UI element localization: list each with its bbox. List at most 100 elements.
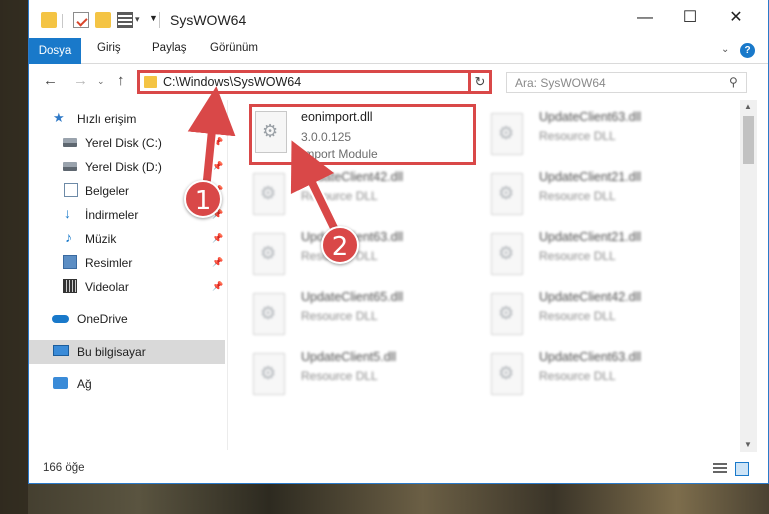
sidebar-item-label: OneDrive <box>77 312 128 326</box>
file-list: eonimport.dll 3.0.0.125 Import Module Up… <box>229 100 739 450</box>
sidebar-item-this-pc[interactable]: Bu bilgisayar <box>29 340 225 364</box>
dll-file-icon <box>253 353 285 395</box>
file-name: UpdateClient65.dll <box>301 290 404 304</box>
address-path[interactable]: C:\Windows\SysWOW64 <box>163 75 301 89</box>
sidebar-item-pictures[interactable]: Resimler 📌 <box>29 251 225 275</box>
network-icon <box>53 377 68 389</box>
address-bar[interactable]: C:\Windows\SysWOW64 ⌄ <box>137 70 491 94</box>
recent-locations-icon[interactable]: ⌄ <box>97 76 105 87</box>
dll-file-icon <box>255 111 287 153</box>
sidebar-item-label: Videolar <box>85 280 129 294</box>
tab-share[interactable]: Paylaş <box>152 42 187 54</box>
close-button[interactable]: ✕ <box>726 8 746 28</box>
quick-access-divider <box>62 14 63 28</box>
search-icon[interactable]: ⚲ <box>729 75 738 89</box>
pictures-icon <box>63 255 77 269</box>
sidebar-item-label: Yerel Disk (D:) <box>85 160 162 174</box>
file-type: Resource DLL <box>539 249 616 263</box>
sidebar-item-label: Müzik <box>85 232 117 246</box>
back-icon[interactable]: ← <box>43 72 58 89</box>
videos-icon <box>63 279 77 293</box>
pin-icon: 📌 <box>212 257 224 267</box>
star-icon: ★ <box>53 110 65 125</box>
callout-1: 1 <box>184 180 222 218</box>
file-item[interactable]: UpdateClient63.dll Resource DLL <box>467 105 693 161</box>
new-folder-icon[interactable] <box>95 12 111 28</box>
file-name: UpdateClient21.dll <box>539 170 642 184</box>
sidebar-item-quick-access[interactable]: ★ Hızlı erişim <box>29 107 225 131</box>
sidebar-item-label: Belgeler <box>85 184 130 198</box>
file-item[interactable]: UpdateClient21.dll Resource DLL <box>467 165 693 221</box>
file-item[interactable]: UpdateClient42.dll Resource DLL <box>229 165 455 221</box>
file-item[interactable]: UpdateClient63.dll Resource DLL <box>467 345 693 401</box>
file-type: Resource DLL <box>539 309 616 323</box>
refresh-button[interactable]: ↻ <box>468 70 492 94</box>
forward-icon[interactable]: → <box>73 72 88 89</box>
file-type: Resource DLL <box>301 369 378 383</box>
this-pc-icon <box>53 345 69 356</box>
dll-file-icon <box>253 173 285 215</box>
sidebar-item-local-disk-c[interactable]: Yerel Disk (C:) 📌 <box>29 131 225 155</box>
drive-icon <box>63 138 77 147</box>
file-type: Resource DLL <box>539 189 616 203</box>
sidebar-item-local-disk-d[interactable]: Yerel Disk (D:) 📌 <box>29 155 225 179</box>
window-title: SysWOW64 <box>170 12 247 28</box>
sidebar-item-onedrive[interactable]: OneDrive <box>29 307 225 331</box>
tab-file[interactable]: Dosya <box>29 38 81 64</box>
drive-icon <box>63 162 77 171</box>
sidebar-item-label: Hızlı erişim <box>77 112 137 126</box>
onedrive-icon <box>52 315 69 323</box>
navigation-pane: ★ Hızlı erişim Yerel Disk (C:) 📌 Yerel D… <box>29 100 227 450</box>
explorer-window: ▾ ▼ SysWOW64 — ☐ ✕ Dosya Giriş Paylaş Gö… <box>28 0 769 484</box>
pane-divider[interactable] <box>227 100 228 450</box>
vertical-scrollbar[interactable]: ▲ ▼ <box>740 100 757 452</box>
search-box[interactable]: Ara: SysWOW64 ⚲ <box>506 72 747 93</box>
navigation-bar: ← → ⌄ ↑ C:\Windows\SysWOW64 ⌄ ↻ Ara: Sys… <box>29 64 768 100</box>
up-icon[interactable]: ↑ <box>117 72 125 89</box>
pin-icon: 📌 <box>212 281 224 291</box>
sidebar-item-network[interactable]: Ağ <box>29 372 225 396</box>
folder-icon <box>41 12 57 28</box>
dll-file-icon <box>491 113 523 155</box>
file-item-eonimport[interactable]: eonimport.dll 3.0.0.125 Import Module <box>249 104 476 165</box>
downloads-icon: ↓ <box>64 205 71 221</box>
tab-home[interactable]: Giriş <box>97 42 121 54</box>
minimize-button[interactable]: — <box>635 8 655 28</box>
scroll-up-icon[interactable]: ▲ <box>744 102 752 111</box>
sidebar-item-music[interactable]: ♪ Müzik 📌 <box>29 227 225 251</box>
folder-icon <box>144 76 157 88</box>
file-type: Resource DLL <box>539 129 616 143</box>
file-type: Resource DLL <box>301 189 378 203</box>
sidebar-item-videos[interactable]: Videolar 📌 <box>29 275 225 299</box>
dll-file-icon <box>491 173 523 215</box>
scroll-down-icon[interactable]: ▼ <box>744 440 752 449</box>
dll-file-icon <box>491 233 523 275</box>
file-name: eonimport.dll <box>301 110 373 124</box>
file-item[interactable]: UpdateClient42.dll Resource DLL <box>467 285 693 341</box>
view-options-icon[interactable] <box>117 12 133 28</box>
expand-ribbon-icon[interactable]: ⌄ <box>721 44 729 55</box>
tiles-view-icon[interactable] <box>735 462 749 476</box>
dll-file-icon <box>253 293 285 335</box>
help-icon[interactable]: ? <box>740 43 755 58</box>
title-divider <box>159 12 160 28</box>
chevron-down-icon[interactable]: ▾ <box>135 14 140 25</box>
dll-file-icon <box>491 353 523 395</box>
file-item[interactable]: UpdateClient65.dll Resource DLL <box>229 285 455 341</box>
tab-view[interactable]: Görünüm <box>210 42 258 54</box>
callout-2: 2 <box>321 226 359 264</box>
file-name: UpdateClient5.dll <box>301 350 397 364</box>
file-item[interactable]: UpdateClient21.dll Resource DLL <box>467 225 693 281</box>
file-type: Resource DLL <box>539 369 616 383</box>
sidebar-item-label: Yerel Disk (C:) <box>85 136 162 150</box>
item-count: 166 öğe <box>43 462 85 474</box>
file-type: Resource DLL <box>301 309 378 323</box>
file-item[interactable]: UpdateClient5.dll Resource DLL <box>229 345 455 401</box>
search-input[interactable]: Ara: SysWOW64 <box>515 76 606 90</box>
maximize-button[interactable]: ☐ <box>680 8 700 28</box>
customize-toolbar-icon[interactable]: ▼ <box>149 13 158 23</box>
scroll-thumb[interactable] <box>743 116 754 164</box>
file-type: Import Module <box>301 147 378 161</box>
properties-icon[interactable] <box>73 12 89 28</box>
details-view-icon[interactable] <box>713 463 727 475</box>
